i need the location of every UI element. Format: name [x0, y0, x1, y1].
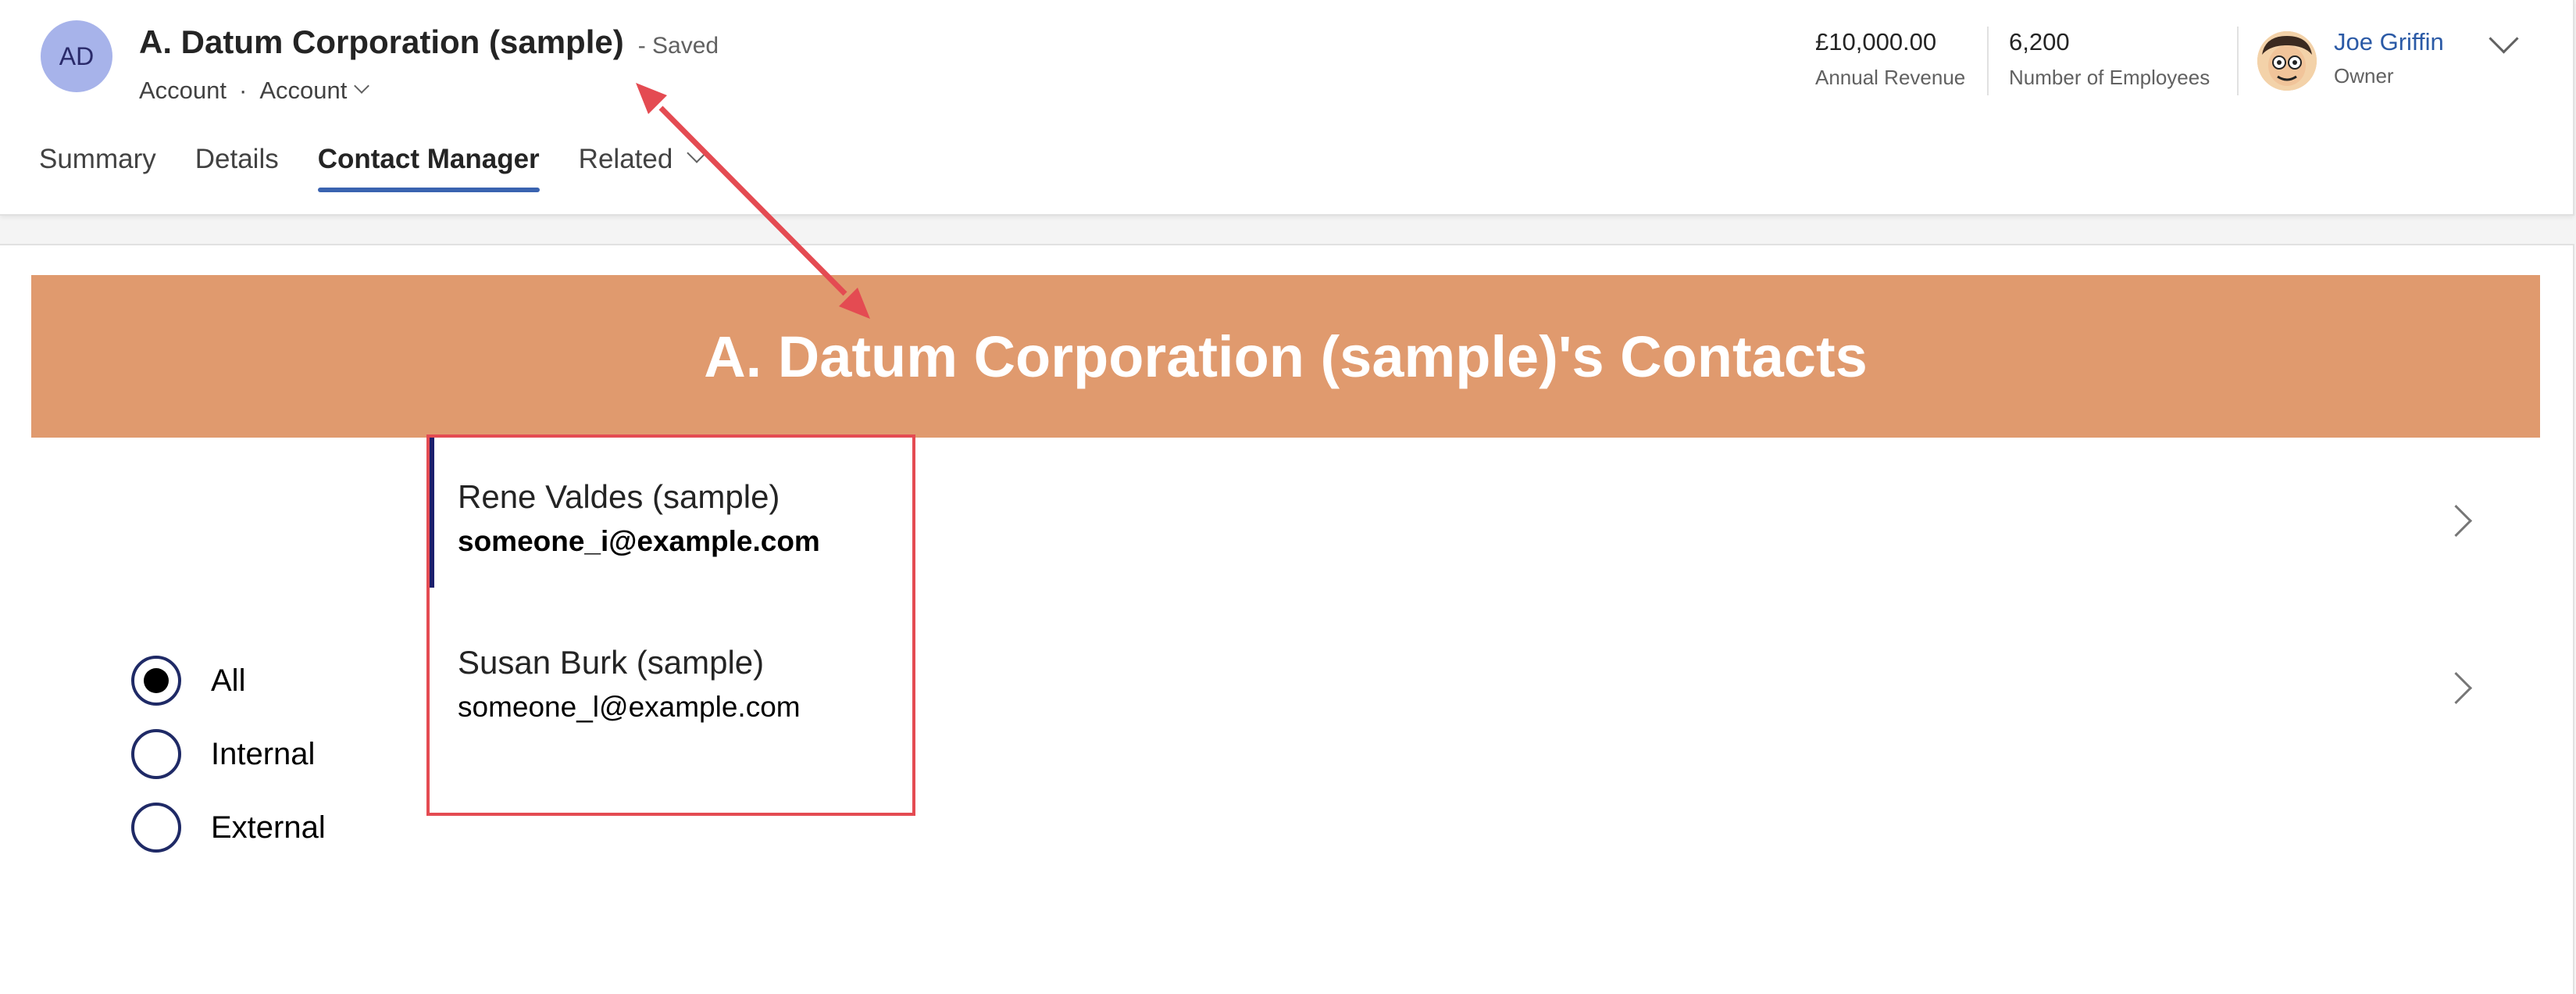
radio-circle[interactable]	[131, 656, 181, 706]
kpi-value: 6,200	[2009, 28, 2070, 55]
radio-label: External	[211, 810, 326, 845]
record-header: AD A. Datum Corporation (sample) - Saved…	[0, 0, 2574, 216]
entity-type: Account	[139, 77, 227, 104]
radio-circle[interactable]	[131, 729, 181, 779]
list-item[interactable]: Susan Burk (sample) someone_l@example.co…	[426, 603, 2489, 760]
contacts-banner: A. Datum Corporation (sample)'s Contacts	[31, 275, 2540, 438]
kpi-label: Number of Employees	[2009, 66, 2210, 89]
kpi-value: £10,000.00	[1815, 28, 1937, 55]
owner-label: Owner	[2334, 64, 2394, 88]
contact-filter-radio-group: All Internal External	[131, 644, 326, 864]
title-row: A. Datum Corporation (sample) - Saved	[139, 23, 719, 61]
tab-related[interactable]: Related	[578, 138, 708, 192]
chevron-down-icon[interactable]	[687, 143, 708, 163]
entity-subtitle: Account · Account	[139, 77, 370, 105]
tab-contact-manager[interactable]: Contact Manager	[317, 138, 540, 192]
radio-internal[interactable]: Internal	[131, 717, 326, 791]
record-avatar: AD	[41, 20, 112, 92]
banner-title: A. Datum Corporation (sample)'s Contacts	[704, 324, 1868, 389]
form-selector[interactable]: Account	[259, 77, 347, 105]
selection-indicator	[426, 438, 434, 588]
radio-label: All	[211, 663, 246, 698]
owner-photo	[2257, 31, 2317, 91]
kpi-annual-revenue: £10,000.00 Annual Revenue	[1815, 28, 1965, 90]
radio-all[interactable]: All	[131, 644, 326, 717]
tab-details[interactable]: Details	[195, 138, 279, 192]
contact-email: someone_l@example.com	[458, 691, 801, 723]
radio-circle[interactable]	[131, 803, 181, 853]
radio-selected-dot	[144, 668, 169, 693]
chevron-down-icon[interactable]	[354, 78, 370, 94]
divider	[2237, 27, 2239, 95]
kpi-number-of-employees: 6,200 Number of Employees	[2009, 28, 2210, 90]
tab-summary[interactable]: Summary	[39, 138, 156, 192]
radio-external[interactable]: External	[131, 791, 326, 864]
save-status: - Saved	[637, 33, 719, 59]
separator: ·	[239, 77, 248, 104]
chevron-down-icon[interactable]	[2489, 23, 2519, 54]
contact-name: Susan Burk (sample)	[458, 644, 765, 681]
tab-related-label: Related	[578, 144, 673, 174]
list-item[interactable]: Rene Valdes (sample) someone_i@example.c…	[426, 438, 2489, 594]
divider	[1987, 27, 1989, 95]
record-title: A. Datum Corporation (sample)	[139, 23, 624, 60]
record-tabs: Summary Details Contact Manager Related	[39, 138, 743, 192]
contact-name: Rene Valdes (sample)	[458, 478, 780, 515]
owner-name-link[interactable]: Joe Griffin	[2334, 28, 2444, 56]
kpi-label: Annual Revenue	[1815, 66, 1966, 89]
radio-label: Internal	[211, 736, 316, 771]
contact-email: someone_i@example.com	[458, 525, 820, 557]
